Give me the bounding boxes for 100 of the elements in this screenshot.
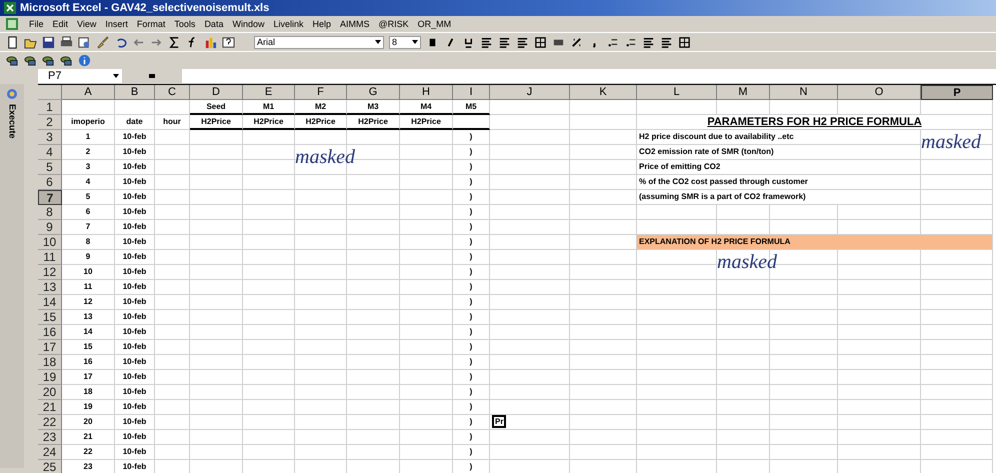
formula-field[interactable] — [182, 69, 996, 83]
column-header[interactable]: L — [637, 85, 717, 100]
row-header[interactable]: 5 — [38, 160, 62, 175]
print-icon[interactable] — [60, 36, 73, 48]
table-cell — [295, 325, 347, 340]
row-header[interactable]: 17 — [38, 340, 62, 355]
column-header[interactable]: N — [770, 85, 838, 100]
column-header[interactable]: H — [400, 85, 453, 100]
row-header[interactable]: 3 — [38, 130, 62, 145]
row-header[interactable]: 15 — [38, 310, 62, 325]
row-header[interactable]: 9 — [38, 220, 62, 235]
cancel-icon[interactable] — [148, 72, 156, 80]
column-header[interactable]: K — [570, 85, 637, 100]
column-header[interactable]: E — [243, 85, 295, 100]
align-center-icon[interactable] — [498, 36, 511, 48]
row-header[interactable]: 1 — [38, 100, 62, 115]
row-header[interactable]: 16 — [38, 325, 62, 340]
caret-icon[interactable] — [412, 40, 418, 44]
cell-text: ) — [470, 402, 472, 411]
row-header[interactable]: 2 — [38, 115, 62, 130]
menu-item[interactable]: Tools — [174, 19, 196, 29]
column-header[interactable]: F — [295, 85, 347, 100]
database-icon[interactable] — [6, 54, 19, 66]
database-icon[interactable] — [60, 54, 73, 66]
cell-text: ) — [470, 237, 472, 246]
name-box[interactable]: P7 — [38, 69, 122, 83]
row-header[interactable]: 21 — [38, 400, 62, 415]
column-header[interactable]: O — [838, 85, 921, 100]
table-cell — [295, 385, 347, 400]
row-header[interactable]: 10 — [38, 235, 62, 250]
row-header[interactable]: 20 — [38, 385, 62, 400]
row-header[interactable]: 23 — [38, 430, 62, 445]
cell-text: ) — [470, 462, 472, 471]
table-cell — [921, 385, 993, 400]
menu-item[interactable]: OR_MM — [418, 19, 452, 29]
brush-icon[interactable] — [96, 36, 109, 48]
menu-item[interactable]: Data — [204, 19, 224, 29]
menu-item[interactable]: Edit — [52, 19, 68, 29]
execute-icon[interactable] — [6, 88, 18, 100]
parameter-label: H2 price discount due to availability ..etc — [639, 132, 794, 141]
column-header[interactable]: P — [921, 85, 993, 100]
preview-icon[interactable] — [78, 36, 91, 48]
borders-icon[interactable] — [678, 36, 691, 48]
font-dropdown[interactable]: Arial — [254, 36, 384, 48]
row-header[interactable]: 25 — [38, 460, 62, 473]
row-header[interactable]: 14 — [38, 295, 62, 310]
select-all-corner[interactable] — [38, 85, 62, 100]
sum-icon[interactable] — [168, 36, 181, 48]
cell-text: 17 — [84, 372, 92, 381]
table-cell — [243, 175, 295, 190]
row-header[interactable]: 19 — [38, 370, 62, 385]
menu-item[interactable]: Window — [232, 19, 264, 29]
menu-item[interactable]: Livelink — [273, 19, 304, 29]
save-icon[interactable] — [42, 36, 55, 48]
column-header[interactable]: D — [190, 85, 243, 100]
align-left-icon[interactable] — [480, 36, 493, 48]
info-icon[interactable] — [78, 54, 91, 66]
row-header[interactable]: 7 — [38, 190, 62, 205]
merge-icon[interactable] — [534, 36, 547, 48]
column-header[interactable]: A — [62, 85, 115, 100]
column-header[interactable]: G — [347, 85, 400, 100]
new-icon[interactable] — [6, 36, 19, 48]
row-header[interactable]: 12 — [38, 265, 62, 280]
database-icon[interactable] — [42, 54, 55, 66]
execute-label[interactable]: Execute — [8, 104, 16, 139]
row-header[interactable]: 22 — [38, 415, 62, 430]
menu-item[interactable]: @RISK — [378, 19, 409, 29]
menu-item[interactable]: File — [29, 19, 44, 29]
caret-icon[interactable] — [375, 40, 381, 44]
table-cell — [347, 370, 400, 385]
table-cell — [570, 205, 637, 220]
column-header[interactable]: J — [490, 85, 570, 100]
column-header[interactable]: C — [155, 85, 190, 100]
row-header[interactable]: 6 — [38, 175, 62, 190]
menu-item[interactable]: AIMMS — [340, 19, 370, 29]
row-header[interactable]: 4 — [38, 145, 62, 160]
indent-icon[interactable] — [660, 36, 673, 48]
row-header[interactable]: 18 — [38, 355, 62, 370]
caret-icon[interactable] — [113, 74, 119, 78]
table-cell — [921, 280, 993, 295]
column-header[interactable]: B — [115, 85, 155, 100]
row-header[interactable]: 13 — [38, 280, 62, 295]
row-header[interactable]: 11 — [38, 250, 62, 265]
column-header[interactable]: M — [717, 85, 770, 100]
font-size-dropdown[interactable]: 8 — [389, 36, 421, 48]
row-header[interactable]: 24 — [38, 445, 62, 460]
row-header[interactable]: 8 — [38, 205, 62, 220]
align-right-icon[interactable] — [516, 36, 529, 48]
chart-icon[interactable] — [204, 36, 217, 48]
menu-item[interactable]: Help — [312, 19, 331, 29]
menu-item[interactable]: Format — [136, 19, 166, 29]
table-cell — [190, 295, 243, 310]
percent-icon[interactable] — [570, 36, 583, 48]
help-icon[interactable] — [222, 36, 235, 48]
menu-item[interactable]: View — [77, 19, 96, 29]
menu-item[interactable]: Insert — [105, 19, 128, 29]
column-header[interactable]: I — [453, 85, 490, 100]
outdent-icon[interactable] — [642, 36, 655, 48]
database-icon[interactable] — [24, 54, 37, 66]
workbook-icon[interactable] — [6, 18, 18, 30]
